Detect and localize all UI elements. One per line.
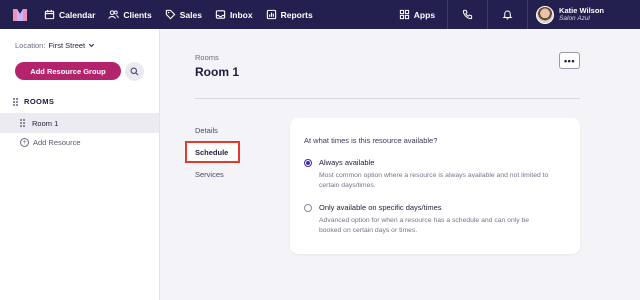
radio-specific-times[interactable]	[304, 204, 312, 212]
chart-icon	[266, 9, 276, 20]
nav-inbox-label: Inbox	[229, 9, 253, 20]
nav-calendar[interactable]: Calendar	[44, 9, 95, 20]
option-always-available[interactable]: Always available Most common option wher…	[304, 158, 549, 191]
tab-schedule[interactable]: Schedule	[185, 141, 240, 163]
tab-services[interactable]: Services	[195, 170, 224, 179]
add-resource-group-button[interactable]: Add Resource Group	[15, 62, 121, 80]
location-value: First Street	[48, 41, 86, 50]
location-selector[interactable]: Location: First Street	[15, 41, 95, 50]
location-label: Location:	[15, 41, 46, 50]
apps-label: Apps	[413, 9, 436, 20]
user-name: Katie Wilson	[559, 6, 604, 15]
phone-button[interactable]	[448, 0, 489, 29]
group-title: ROOMS	[24, 97, 55, 106]
option-title: Only available on specific days/times	[319, 203, 442, 212]
grid-icon	[399, 9, 409, 20]
bell-icon	[502, 10, 513, 20]
nav-clients[interactable]: Clients	[108, 9, 152, 20]
option-text: Only available on specific days/times Ad…	[319, 203, 549, 236]
divider	[195, 98, 580, 99]
radio-always-available[interactable]	[304, 159, 312, 167]
option-text: Always available Most common option wher…	[319, 158, 549, 191]
availability-card: At what times is this resource available…	[290, 118, 580, 254]
nav-clients-label: Clients	[123, 9, 152, 20]
sidebar-item-label: Room 1	[32, 118, 59, 128]
sidebar-item-room-1[interactable]: Room 1	[0, 113, 159, 133]
option-specific-times[interactable]: Only available on specific days/times Ad…	[304, 203, 549, 236]
tab-details[interactable]: Details	[195, 126, 218, 135]
avatar	[536, 5, 555, 24]
search-icon	[130, 67, 139, 76]
inbox-icon	[215, 10, 226, 19]
add-resource-link[interactable]: + Add Resource	[20, 138, 81, 147]
user-info: Katie Wilson Salon Azul	[559, 6, 604, 23]
option-description: Most common option where a resource is a…	[319, 172, 549, 189]
nav-inbox[interactable]: Inbox	[215, 9, 253, 20]
calendar-icon	[44, 9, 55, 20]
page-title: Room 1	[195, 65, 240, 79]
nav-sales-label: Sales	[179, 9, 202, 20]
drag-handle-icon[interactable]	[20, 119, 25, 127]
option-title: Always available	[319, 158, 375, 167]
chevron-down-icon	[89, 43, 95, 48]
notifications-button[interactable]	[488, 0, 529, 29]
resources-sidebar: Location: First Street Add Resource Grou…	[0, 29, 160, 300]
phone-icon	[462, 9, 473, 20]
drag-handle-icon[interactable]	[13, 97, 18, 106]
users-icon	[108, 10, 120, 19]
nav-right-group: Apps Katie Wilson Salon Azul	[399, 0, 640, 29]
tag-icon	[165, 9, 176, 20]
top-nav-bar: Calendar Clients Sales Inbox Reports App…	[0, 0, 640, 29]
nav-reports-label: Reports	[280, 9, 313, 20]
plus-circle-icon: +	[20, 138, 29, 147]
availability-question: At what times is this resource available…	[304, 136, 438, 145]
user-menu[interactable]: Katie Wilson Salon Azul	[528, 5, 640, 24]
nav-reports[interactable]: Reports	[266, 9, 313, 20]
nav-sales[interactable]: Sales	[165, 9, 202, 20]
option-description: Advanced option for when a resource has …	[319, 217, 530, 234]
breadcrumb[interactable]: Rooms	[195, 53, 219, 62]
add-resource-label: Add Resource	[33, 138, 81, 147]
brand-logo[interactable]	[12, 7, 28, 23]
user-salon: Salon Azul	[559, 15, 590, 22]
more-options-button[interactable]: •••	[559, 52, 580, 69]
search-button[interactable]	[125, 62, 144, 81]
resource-group-rooms[interactable]: ROOMS	[13, 97, 54, 106]
apps-button[interactable]: Apps	[399, 0, 449, 29]
nav-calendar-label: Calendar	[59, 9, 96, 20]
